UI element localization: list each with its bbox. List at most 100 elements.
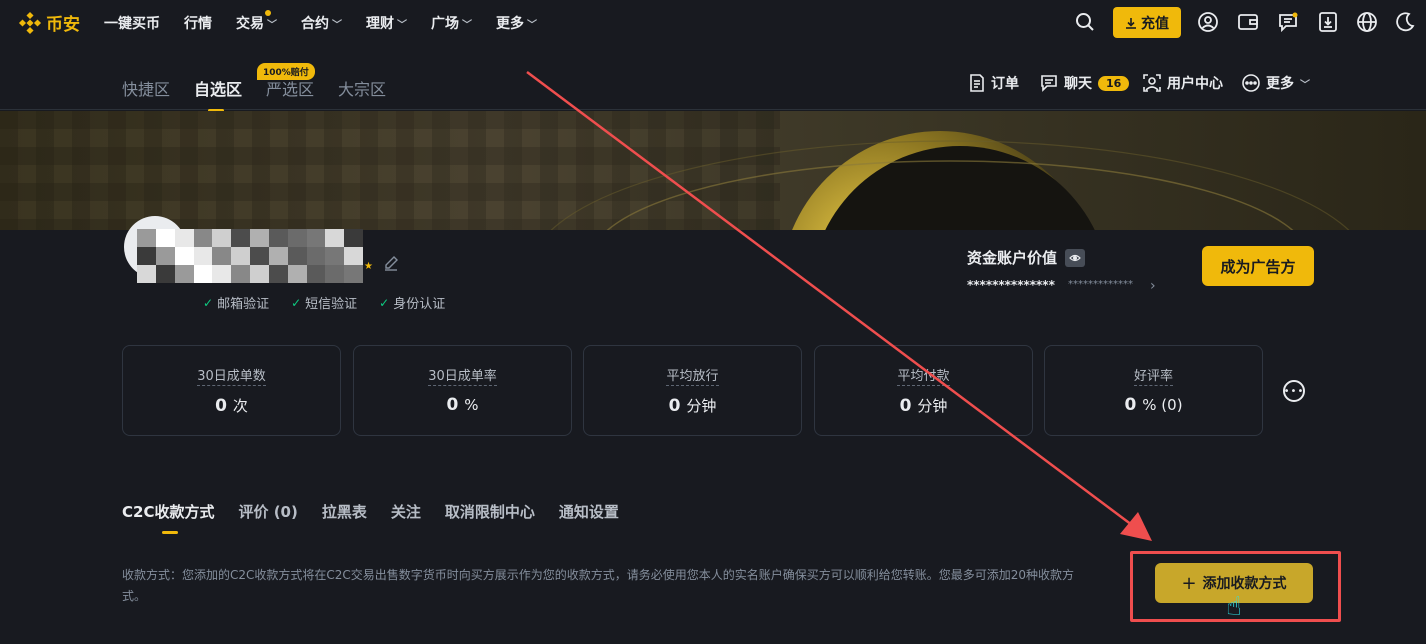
stat-value: 0: [446, 395, 459, 415]
chevron-down-icon: ﹀: [267, 19, 277, 31]
nav-item[interactable]: 一键买币: [104, 13, 160, 33]
globe-icon[interactable]: [1356, 11, 1378, 33]
nav-item[interactable]: 更多 ﹀: [496, 13, 537, 33]
dark-mode-icon[interactable]: [1394, 11, 1416, 33]
mosaic-pixel: [344, 247, 363, 265]
become-advertiser-button[interactable]: 成为广告方: [1202, 246, 1314, 286]
stat-label-text: 平均付款: [897, 369, 950, 386]
zone-tab[interactable]: 快捷区: [122, 76, 170, 100]
stat-unit: % (0): [1142, 396, 1183, 414]
pixelated-username: [137, 229, 363, 283]
planet-illustration: [550, 131, 1350, 230]
mosaic-pixel: [287, 247, 307, 265]
stat-label: 30日成单率: [354, 365, 571, 386]
chevron-down-icon: ﹀: [527, 19, 537, 31]
zone-tab[interactable]: 大宗区: [338, 76, 386, 100]
mosaic-pixel: [287, 229, 307, 247]
search-icon[interactable]: [1074, 11, 1096, 33]
stat-label: 平均付款: [815, 365, 1032, 386]
chevron-down-icon: ﹀: [462, 19, 472, 31]
stat-unit: 分钟: [686, 397, 717, 415]
messages-icon[interactable]: [1277, 11, 1299, 33]
stat-card: 平均付款 0 分钟: [814, 345, 1033, 436]
stat-unit: 次: [232, 397, 248, 415]
verification-label: 短信验证: [305, 297, 358, 312]
chat-label: 聊天: [1064, 76, 1092, 92]
mosaic-pixel: [306, 265, 326, 283]
mosaic-pixel: [174, 229, 194, 247]
chevron-down-icon: ﹀: [332, 19, 342, 31]
zone-tabs: 快捷区 自选区 严选区 大宗区: [122, 76, 386, 112]
star-icon: ★: [364, 261, 373, 272]
fund-value-masked: **************: [967, 278, 1055, 292]
stat-card: 30日成单率 0%: [353, 345, 572, 436]
verification-label: 邮箱验证: [217, 297, 270, 312]
profile-tab[interactable]: 评价 (0): [238, 501, 297, 522]
chat-link[interactable]: 聊天 16: [1040, 73, 1130, 93]
stat-label: 30日成单数: [123, 365, 340, 386]
stat-label: 好评率: [1045, 365, 1262, 386]
mosaic-pixel: [287, 265, 307, 283]
nav-item-label: 交易: [236, 16, 264, 32]
nav-item[interactable]: 合约 ﹀: [301, 13, 342, 33]
check-icon: ✓: [203, 295, 214, 310]
profile-tab[interactable]: C2C收款方式: [122, 501, 214, 534]
stat-value-row: 0次: [123, 395, 340, 416]
mosaic-pixel: [344, 229, 363, 247]
nav-item[interactable]: 理财 ﹀: [366, 13, 407, 33]
more-menu[interactable]: 更多 ﹀: [1242, 73, 1310, 93]
profile-tab[interactable]: 通知设置: [559, 501, 619, 522]
stat-label-text: 30日成单数: [197, 369, 266, 386]
mosaic-pixel: [344, 265, 363, 283]
user-center-label: 用户中心: [1167, 76, 1223, 92]
chat-icon: [1041, 75, 1057, 92]
orders-label: 订单: [991, 76, 1019, 92]
chevron-down-icon: ﹀: [1300, 79, 1310, 91]
stat-label-text: 好评率: [1133, 369, 1173, 386]
more-stats-icon[interactable]: •••: [1283, 380, 1305, 402]
app-download-icon[interactable]: [1317, 11, 1339, 33]
edit-pencil-icon[interactable]: [383, 255, 399, 275]
stat-unit: %: [464, 396, 479, 414]
check-icon: ✓: [379, 295, 390, 310]
stat-value: 0: [215, 396, 227, 416]
orders-link[interactable]: 订单: [969, 73, 1019, 93]
eye-icon[interactable]: [1065, 248, 1086, 267]
mosaic-pixel: [325, 265, 345, 283]
mosaic-pixel: [306, 247, 326, 265]
mosaic-pixel: [306, 229, 326, 247]
mosaic-pixel: [325, 229, 345, 247]
chevron-right-icon[interactable]: ›: [1150, 278, 1156, 294]
verification-label: 身份认证: [393, 297, 446, 312]
more-dots-icon: [1242, 74, 1260, 92]
payment-description: 收款方式：您添加的C2C收款方式将在C2C交易出售数字货币时向买方展示作为您的收…: [122, 568, 1075, 603]
mosaic-pixel: [250, 229, 269, 247]
mosaic-pixel: [174, 265, 194, 283]
fund-title-label: 资金账户价值: [967, 249, 1058, 267]
mosaic-pixel: [193, 229, 213, 247]
profile-tab[interactable]: 取消限制中心: [445, 501, 535, 522]
stat-value: 0: [1124, 395, 1137, 415]
profile-tab[interactable]: 关注: [391, 501, 421, 522]
nav-item[interactable]: 交易 ﹀: [236, 10, 277, 33]
nav-item-label: 更多: [496, 16, 524, 32]
deposit-button[interactable]: 充值: [1113, 7, 1181, 38]
mosaic-pixel: [212, 247, 232, 265]
account-icon[interactable]: [1197, 11, 1219, 33]
mosaic-pixel: [212, 229, 232, 247]
brand-logo[interactable]: 币安: [18, 10, 80, 35]
wallet-icon[interactable]: [1237, 11, 1259, 33]
mosaic-pixel: [231, 247, 250, 265]
zone-tab[interactable]: 自选区: [194, 76, 242, 112]
mosaic-pixel: [268, 229, 288, 247]
user-center-link[interactable]: 用户中心: [1143, 73, 1223, 93]
profile-tabs: C2C收款方式 评价 (0) 拉黑表 关注 取消限制中心 通知设置: [122, 501, 619, 534]
profile-tab[interactable]: 拉黑表: [322, 501, 367, 522]
mosaic-pixel: [193, 247, 213, 265]
verification-item: ✓ 邮箱验证: [203, 293, 270, 313]
pointer-hand-icon: ☝: [1226, 592, 1242, 622]
nav-item[interactable]: 行情: [184, 13, 212, 33]
stat-card: 平均放行 0 分钟: [583, 345, 802, 436]
stat-label-text: 平均放行: [666, 369, 719, 386]
nav-item[interactable]: 广场 ﹀: [431, 13, 472, 33]
